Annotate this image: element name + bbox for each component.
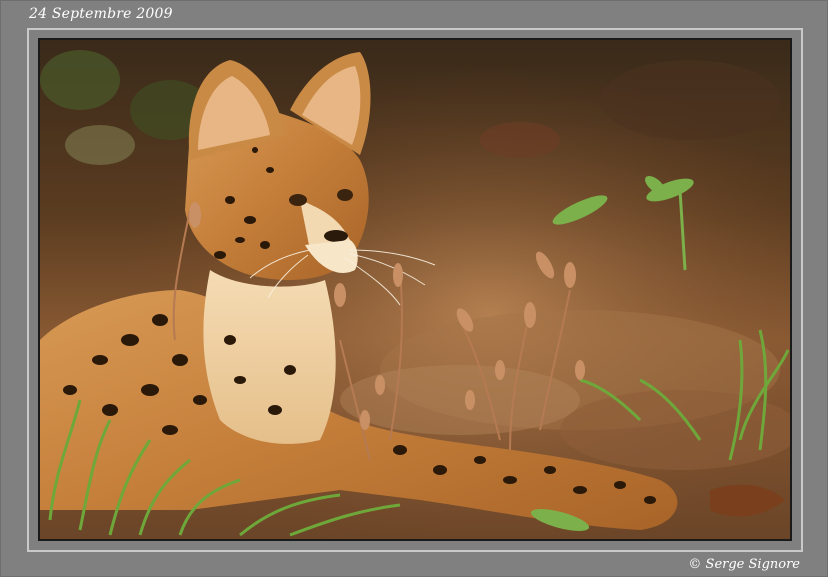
- credit-caption: © Serge Signore: [688, 557, 800, 572]
- date-caption: 24 Septembre 2009: [29, 6, 173, 22]
- serval-photo: [40, 40, 790, 539]
- photo: [38, 38, 792, 541]
- gray-frame: 24 Septembre 2009 © Serge Signore: [0, 0, 828, 577]
